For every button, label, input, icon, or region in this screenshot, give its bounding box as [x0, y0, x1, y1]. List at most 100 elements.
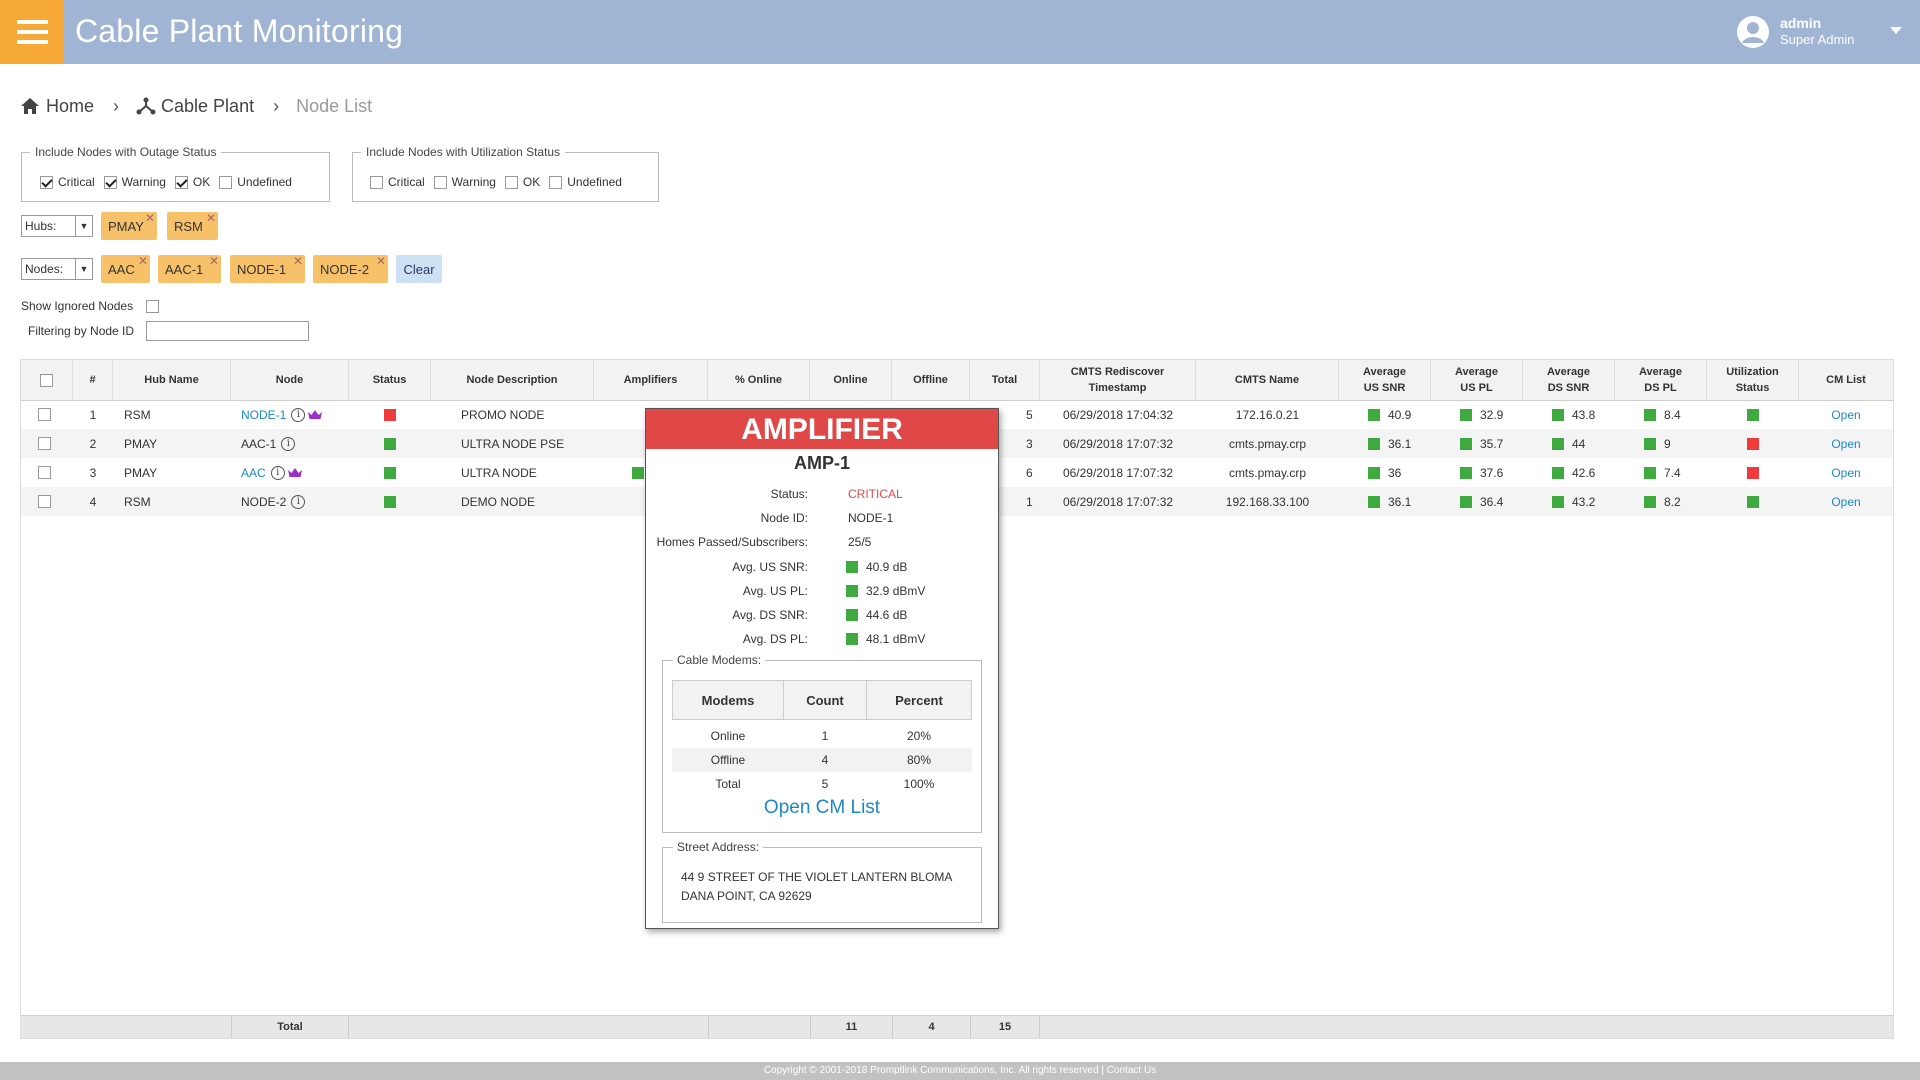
col-avg-us-snr[interactable]: Average US SNR	[1339, 360, 1431, 400]
row-node-name[interactable]: AAC	[241, 466, 266, 480]
close-icon[interactable]: ✕	[293, 255, 303, 267]
row-num: 1	[89, 407, 97, 422]
filter-node-id-input[interactable]	[146, 321, 309, 341]
col-avg-us-pl[interactable]: Average US PL	[1431, 360, 1523, 400]
row-checkbox[interactable]	[38, 437, 51, 450]
outage-ok-checkbox[interactable]	[174, 175, 188, 189]
clear-button[interactable]: Clear	[396, 255, 442, 283]
col-node[interactable]: Node	[231, 360, 349, 400]
info-icon[interactable]: i	[281, 436, 296, 451]
outage-undefined-checkbox[interactable]	[219, 175, 233, 189]
col-avg-ds-snr[interactable]: Average DS SNR	[1523, 360, 1615, 400]
cm-col-percent: Percent	[866, 680, 972, 720]
col-amplifiers[interactable]: Amplifiers	[594, 360, 708, 400]
breadcrumb-cable-plant-label: Cable Plant	[161, 95, 255, 116]
avg-us-snr-cell: 36.1	[1339, 429, 1431, 458]
popup-field-key: Status:	[770, 487, 808, 501]
outage-warning-checkbox[interactable]	[103, 175, 117, 189]
avg-ds-snr-cell: 42.6	[1523, 458, 1615, 487]
footer-offline: 4	[892, 1016, 970, 1038]
row-num: 3	[89, 465, 97, 480]
menu-line	[17, 20, 48, 24]
close-icon[interactable]: ✕	[145, 212, 155, 224]
node-tag-aac-1[interactable]: AAC-1 ✕	[158, 255, 221, 283]
col-offline[interactable]: Offline	[892, 360, 970, 400]
outage-checkbox-row: Critical Warning OK Undefined	[40, 175, 301, 189]
status-indicator	[846, 609, 858, 621]
tag-label: NODE-1	[237, 261, 287, 277]
row-node-name[interactable]: NODE-1	[241, 408, 286, 422]
close-icon[interactable]: ✕	[206, 212, 216, 224]
breadcrumb-cable-plant[interactable]: Cable Plant	[136, 96, 254, 117]
status-indicator	[1460, 466, 1472, 479]
hubs-select[interactable]: Hubs: ▼	[21, 215, 93, 237]
info-icon[interactable]: i	[291, 407, 306, 422]
close-icon[interactable]: ✕	[209, 255, 219, 267]
utilization-critical-checkbox[interactable]	[370, 175, 383, 189]
row-checkbox[interactable]	[38, 466, 51, 479]
hub-tag-pmay[interactable]: PMAY ✕	[101, 212, 157, 240]
open-cm-list-link[interactable]: Open CM List	[663, 797, 981, 819]
status-indicator	[1644, 466, 1656, 479]
info-icon[interactable]: i	[291, 494, 306, 509]
utilization-undefined-checkbox[interactable]	[549, 175, 563, 189]
open-cm-list-link[interactable]: Open	[1831, 466, 1860, 480]
col-num[interactable]: #	[73, 360, 113, 400]
node-tag-aac[interactable]: AAC ✕	[101, 255, 150, 283]
col-percent-online[interactable]: % Online	[708, 360, 810, 400]
col-total[interactable]: Total	[970, 360, 1040, 400]
user-menu[interactable]: admin Super Admin	[1736, 12, 1906, 52]
open-cm-list-link[interactable]: Open	[1831, 408, 1860, 422]
crown-icon	[287, 467, 302, 477]
avg-us-pl-cell: 32.9	[1431, 400, 1523, 429]
status-indicator	[1368, 408, 1380, 421]
node-tag-node-1[interactable]: NODE-1 ✕	[230, 255, 305, 283]
select-all-header	[21, 360, 73, 400]
col-online[interactable]: Online	[810, 360, 892, 400]
status-indicator	[846, 585, 858, 597]
show-ignored-label: Show Ignored Nodes	[21, 299, 134, 313]
row-checkbox[interactable]	[38, 408, 51, 421]
row-utilization-cell	[1707, 400, 1799, 429]
network-icon	[136, 97, 156, 115]
avg-ds-pl-value: 8.4	[1664, 407, 1681, 422]
popup-title: AMPLIFIER	[646, 409, 998, 449]
outage-status-filter: Include Nodes with Outage Status Critica…	[21, 145, 330, 202]
status-indicator	[1368, 495, 1380, 508]
popup-field-value: 44.6 dB	[866, 608, 908, 622]
show-ignored-checkbox[interactable]	[146, 300, 159, 313]
open-cm-list-link[interactable]: Open	[1831, 495, 1860, 509]
utilization-ok-checkbox[interactable]	[504, 175, 518, 189]
nodes-select[interactable]: Nodes: ▼	[21, 258, 93, 280]
close-icon[interactable]: ✕	[138, 255, 148, 267]
utilization-indicator	[1747, 408, 1759, 421]
footer-divider	[708, 1016, 810, 1038]
home-icon	[21, 98, 39, 114]
breadcrumb-home[interactable]: Home	[20, 96, 94, 117]
col-status[interactable]: Status	[349, 360, 431, 400]
row-description: DEMO NODE	[461, 494, 536, 509]
row-checkbox[interactable]	[38, 495, 51, 508]
col-avg-ds-pl[interactable]: Average DS PL	[1615, 360, 1707, 400]
close-icon[interactable]: ✕	[376, 255, 386, 267]
utilization-warning-checkbox[interactable]	[433, 175, 447, 189]
info-icon[interactable]: i	[270, 465, 285, 480]
avg-ds-pl-cell: 8.2	[1615, 487, 1707, 516]
row-description: ULTRA NODE PSE	[461, 436, 565, 451]
hamburger-menu-button[interactable]	[0, 0, 64, 64]
col-cm-list[interactable]: CM List	[1799, 360, 1893, 400]
breadcrumb: Home › Cable Plant › Node List	[20, 94, 372, 118]
status-indicator	[1552, 408, 1564, 421]
col-hub-name[interactable]: Hub Name	[113, 360, 231, 400]
node-tag-node-2[interactable]: NODE-2 ✕	[313, 255, 388, 283]
col-utilization-status[interactable]: Utilization Status	[1707, 360, 1799, 400]
col-cmts-name[interactable]: CMTS Name	[1196, 360, 1339, 400]
hub-tag-rsm[interactable]: RSM ✕	[167, 212, 218, 240]
col-node-description[interactable]: Node Description	[431, 360, 594, 400]
open-cm-list-link[interactable]: Open	[1831, 437, 1860, 451]
col-cmts-timestamp[interactable]: CMTS Rediscover Timestamp	[1040, 360, 1196, 400]
outage-critical-checkbox[interactable]	[40, 175, 53, 189]
checkbox-label: OK	[192, 175, 211, 189]
select-all-checkbox[interactable]	[40, 373, 53, 387]
row-status-cell	[349, 487, 431, 516]
